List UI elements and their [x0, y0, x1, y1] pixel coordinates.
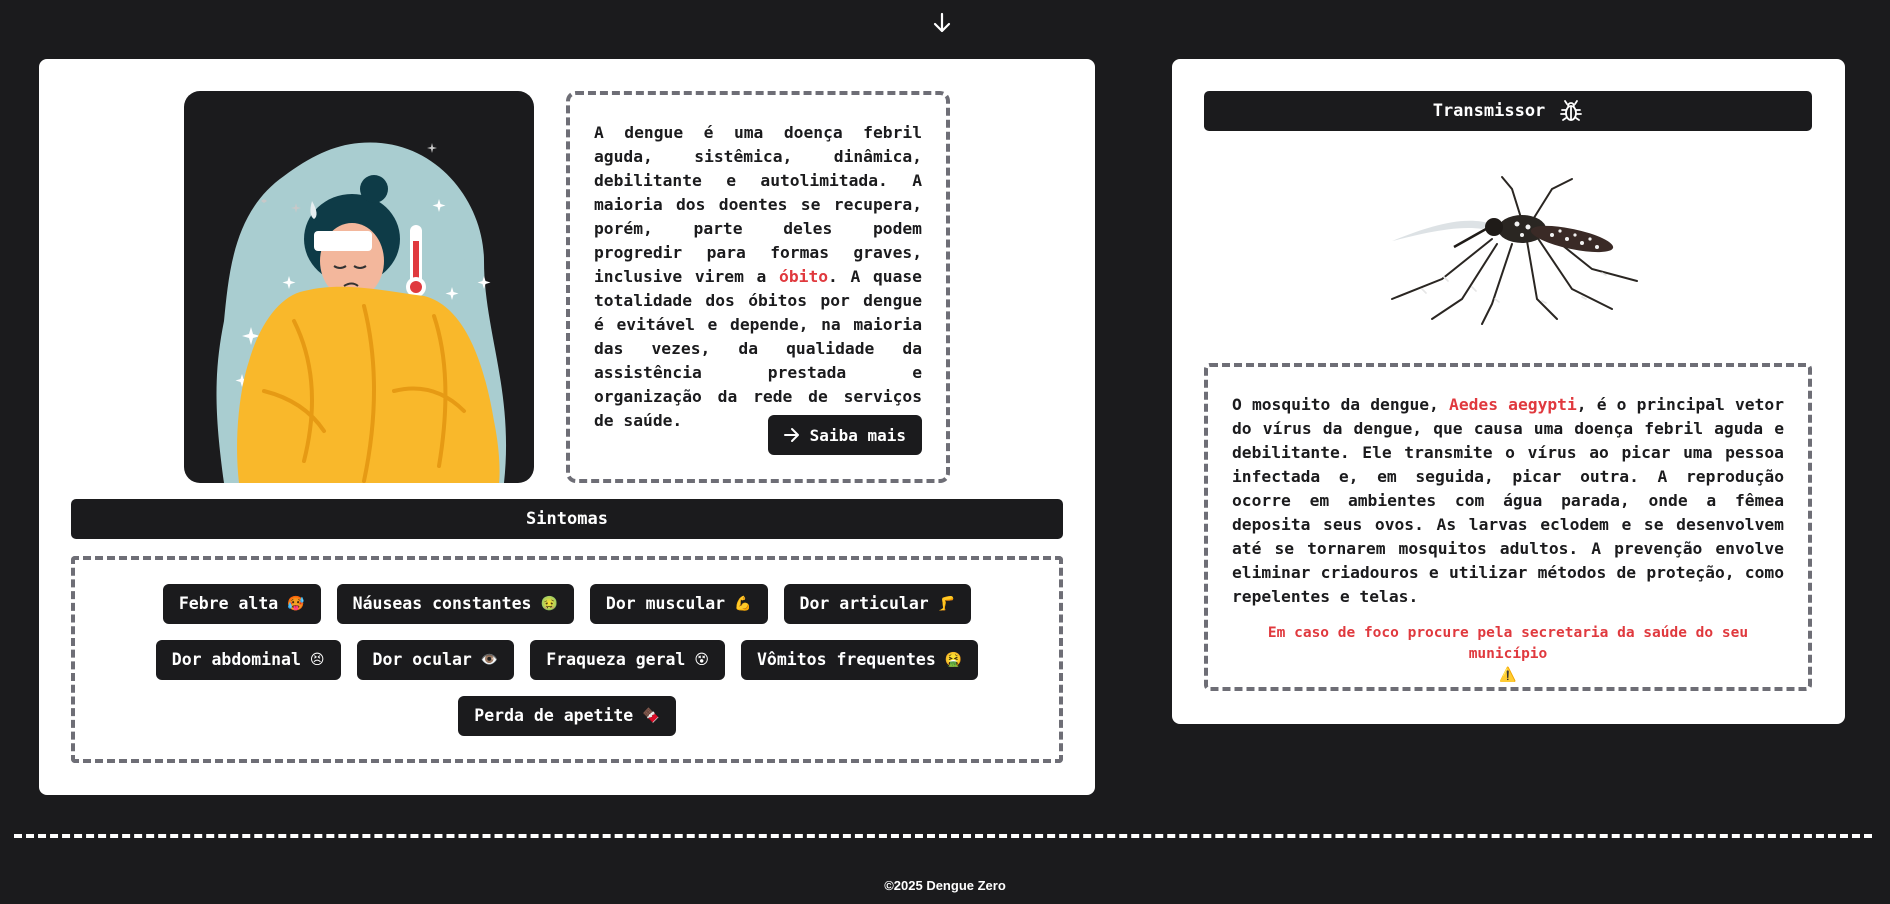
hot-face-emoji-icon: 🥵: [287, 595, 305, 612]
dengue-description-text: A dengue é uma doença febril aguda, sist…: [594, 123, 922, 430]
dizzy-face-emoji-icon: 😵: [694, 651, 709, 668]
aedes-aegypti-highlight: Aedes aegypti: [1449, 395, 1577, 414]
footer-copyright: ©2025 Dengue Zero: [884, 878, 1006, 893]
nauseated-face-emoji-icon: 🤢: [540, 595, 558, 612]
arrow-down-icon: [933, 12, 951, 33]
chocolate-bar-emoji-icon: 🍫: [642, 707, 660, 724]
warning-message: Em caso de foco procure pela secretaria …: [1267, 625, 1749, 683]
symptom-chip-perda-apetite[interactable]: Perda de apetite 🍫: [458, 695, 676, 736]
obito-highlight: óbito: [779, 267, 829, 286]
vector-description-box: O mosquito da dengue, Aedes aegypti, é o…: [1204, 363, 1812, 691]
symptom-chip-dor-muscular[interactable]: Dor muscular 💪: [589, 583, 768, 624]
eye-emoji-icon: 👁️: [480, 651, 499, 668]
leg-emoji-icon: 🦵: [937, 595, 956, 612]
transmissor-header: Transmissor: [1204, 91, 1812, 131]
symptom-chip-nauseas[interactable]: Náuseas constantes 🤢: [336, 583, 574, 624]
transmissor-card: Transmissor O mosquito da dengue, Aedes …: [1172, 59, 1845, 724]
symptoms-row: Febre alta 🥵 Náuseas constantes 🤢 Dor musc…: [162, 583, 972, 624]
symptom-chip-dor-ocular[interactable]: Dor ocular 👁️: [356, 639, 515, 680]
symptom-chip-dor-abdominal[interactable]: Dor abdominal 😣: [155, 639, 341, 680]
symptom-chip-febre-alta[interactable]: Febre alta 🥵: [162, 583, 321, 624]
sick-person-illustration: [184, 91, 534, 483]
persevering-face-emoji-icon: 😣: [309, 651, 325, 668]
transmissor-title: Transmissor: [1432, 101, 1546, 121]
symptom-chip-vomitos[interactable]: Vômitos frequentes 🤮: [740, 639, 979, 680]
footer-divider: [14, 834, 1872, 838]
symptom-chip-dor-articular[interactable]: Dor articular 🦵: [783, 583, 972, 624]
vector-description-text: O mosquito da dengue, Aedes aegypti, é o…: [1232, 395, 1784, 606]
aedes-aegypti-image: [1372, 169, 1652, 329]
saiba-mais-button[interactable]: Saiba mais: [767, 415, 922, 455]
vomiting-face-emoji-icon: 🤮: [944, 651, 963, 668]
symptoms-row: Dor abdominal 😣 Dor ocular 👁️ Fraqueza ger…: [155, 639, 979, 680]
flexed-bicep-emoji-icon: 💪: [734, 595, 752, 612]
symptoms-row: Perda de apetite 🍫: [458, 695, 676, 736]
symptom-chip-fraqueza-geral[interactable]: Fraqueza geral 😵: [530, 639, 725, 680]
symptoms-list: Febre alta 🥵 Náuseas constantes 🤢 Dor musc…: [71, 556, 1063, 763]
bug-icon: [1560, 100, 1583, 121]
sintomas-title: Sintomas: [526, 509, 608, 529]
arrow-right-icon: [783, 428, 799, 442]
saiba-mais-label: Saiba mais: [809, 425, 906, 445]
dengue-info-card: A dengue é uma doença febril aguda, sist…: [39, 59, 1095, 795]
dengue-description-box: A dengue é uma doença febril aguda, sist…: [566, 91, 950, 483]
warning-emoji-icon: ⚠️: [1499, 667, 1517, 683]
scroll-down-arrow-icon[interactable]: [930, 10, 954, 36]
sintomas-header: Sintomas: [71, 499, 1063, 539]
